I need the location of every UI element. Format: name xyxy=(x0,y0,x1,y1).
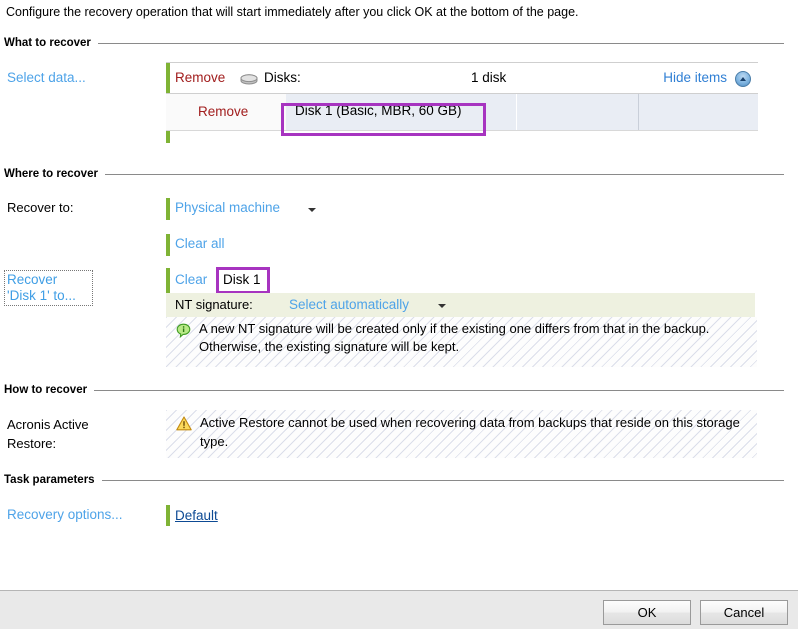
disks-label: Disks: xyxy=(264,70,301,85)
warning-triangle-icon xyxy=(176,416,192,431)
table-row[interactable]: Remove Disk 1 (Basic, MBR, 60 GB) xyxy=(166,94,758,131)
active-restore-label: Acronis Active Restore: xyxy=(7,417,89,451)
row-empty-cell-2 xyxy=(638,94,758,130)
row-remove-cell[interactable]: Remove xyxy=(166,94,286,130)
disk-target-label: Disk 1 xyxy=(223,272,261,287)
dialog-button-bar: OK Cancel xyxy=(0,590,798,629)
default-options-link[interactable]: Default xyxy=(175,508,218,523)
recovery-options-link[interactable]: Recovery options... xyxy=(7,506,123,523)
section-divider xyxy=(94,389,784,391)
row-empty-cell-1 xyxy=(516,94,638,130)
disks-count: 1 disk xyxy=(471,70,507,85)
disk-icon xyxy=(240,74,258,85)
section-title: What to recover xyxy=(4,37,91,49)
row-disk-cell[interactable]: Disk 1 (Basic, MBR, 60 GB) xyxy=(286,94,516,130)
section-title: Where to recover xyxy=(4,168,98,180)
hide-items-link[interactable]: Hide items xyxy=(663,70,727,85)
select-data-link[interactable]: Select data... xyxy=(7,69,86,86)
chevron-up-circle-icon[interactable] xyxy=(735,71,751,87)
recover-disk-to-link[interactable]: Recover 'Disk 1' to... xyxy=(4,270,93,306)
disks-panel: Remove Disks: 1 disk Hide items Remove D… xyxy=(166,62,758,131)
row-disk-name: Disk 1 (Basic, MBR, 60 GB) xyxy=(295,103,462,118)
accent-bar-task-parameters xyxy=(166,505,170,526)
remove-disks-link[interactable]: Remove xyxy=(175,70,225,85)
ok-button[interactable]: OK xyxy=(603,600,691,625)
intro-text: Configure the recovery operation that wi… xyxy=(6,5,579,19)
section-title: Task parameters xyxy=(4,474,95,486)
recover-to-value[interactable]: Physical machine xyxy=(175,200,280,215)
nt-signature-value[interactable]: Select automatically xyxy=(289,297,409,312)
section-header-where-to-recover: Where to recover xyxy=(4,167,784,181)
nt-signature-label: NT signature: xyxy=(175,297,253,312)
recover-to-label: Recover to: xyxy=(7,200,74,215)
accent-bar-clear-disk xyxy=(166,268,170,293)
chevron-down-icon-recover-to[interactable] xyxy=(308,208,316,212)
clear-all-link[interactable]: Clear all xyxy=(175,236,225,251)
section-divider xyxy=(101,479,784,481)
section-divider xyxy=(97,42,784,44)
section-header-task-parameters: Task parameters xyxy=(4,473,784,487)
nt-signature-info-text: A new NT signature will be created only … xyxy=(199,321,710,354)
section-title: How to recover xyxy=(4,384,88,396)
accent-bar-recover-to xyxy=(166,198,170,220)
active-restore-warning-block: Active Restore cannot be used when recov… xyxy=(166,410,757,458)
info-bubble-icon xyxy=(176,323,191,339)
accent-bar-clear-all xyxy=(166,234,170,256)
clear-link[interactable]: Clear xyxy=(175,272,207,287)
nt-signature-info-block: A new NT signature will be created only … xyxy=(166,317,757,367)
nt-signature-row: NT signature: xyxy=(166,293,755,317)
disks-header-row: Remove Disks: 1 disk Hide items xyxy=(166,62,758,94)
section-header-how-to-recover: How to recover xyxy=(4,383,784,397)
row-remove-link[interactable]: Remove xyxy=(198,104,248,119)
chevron-down-icon-nt-signature[interactable] xyxy=(438,304,446,308)
active-restore-warning-text: Active Restore cannot be used when recov… xyxy=(200,415,740,449)
section-header-what-to-recover: What to recover xyxy=(4,36,784,50)
cancel-button[interactable]: Cancel xyxy=(700,600,788,625)
section-divider xyxy=(104,173,784,175)
